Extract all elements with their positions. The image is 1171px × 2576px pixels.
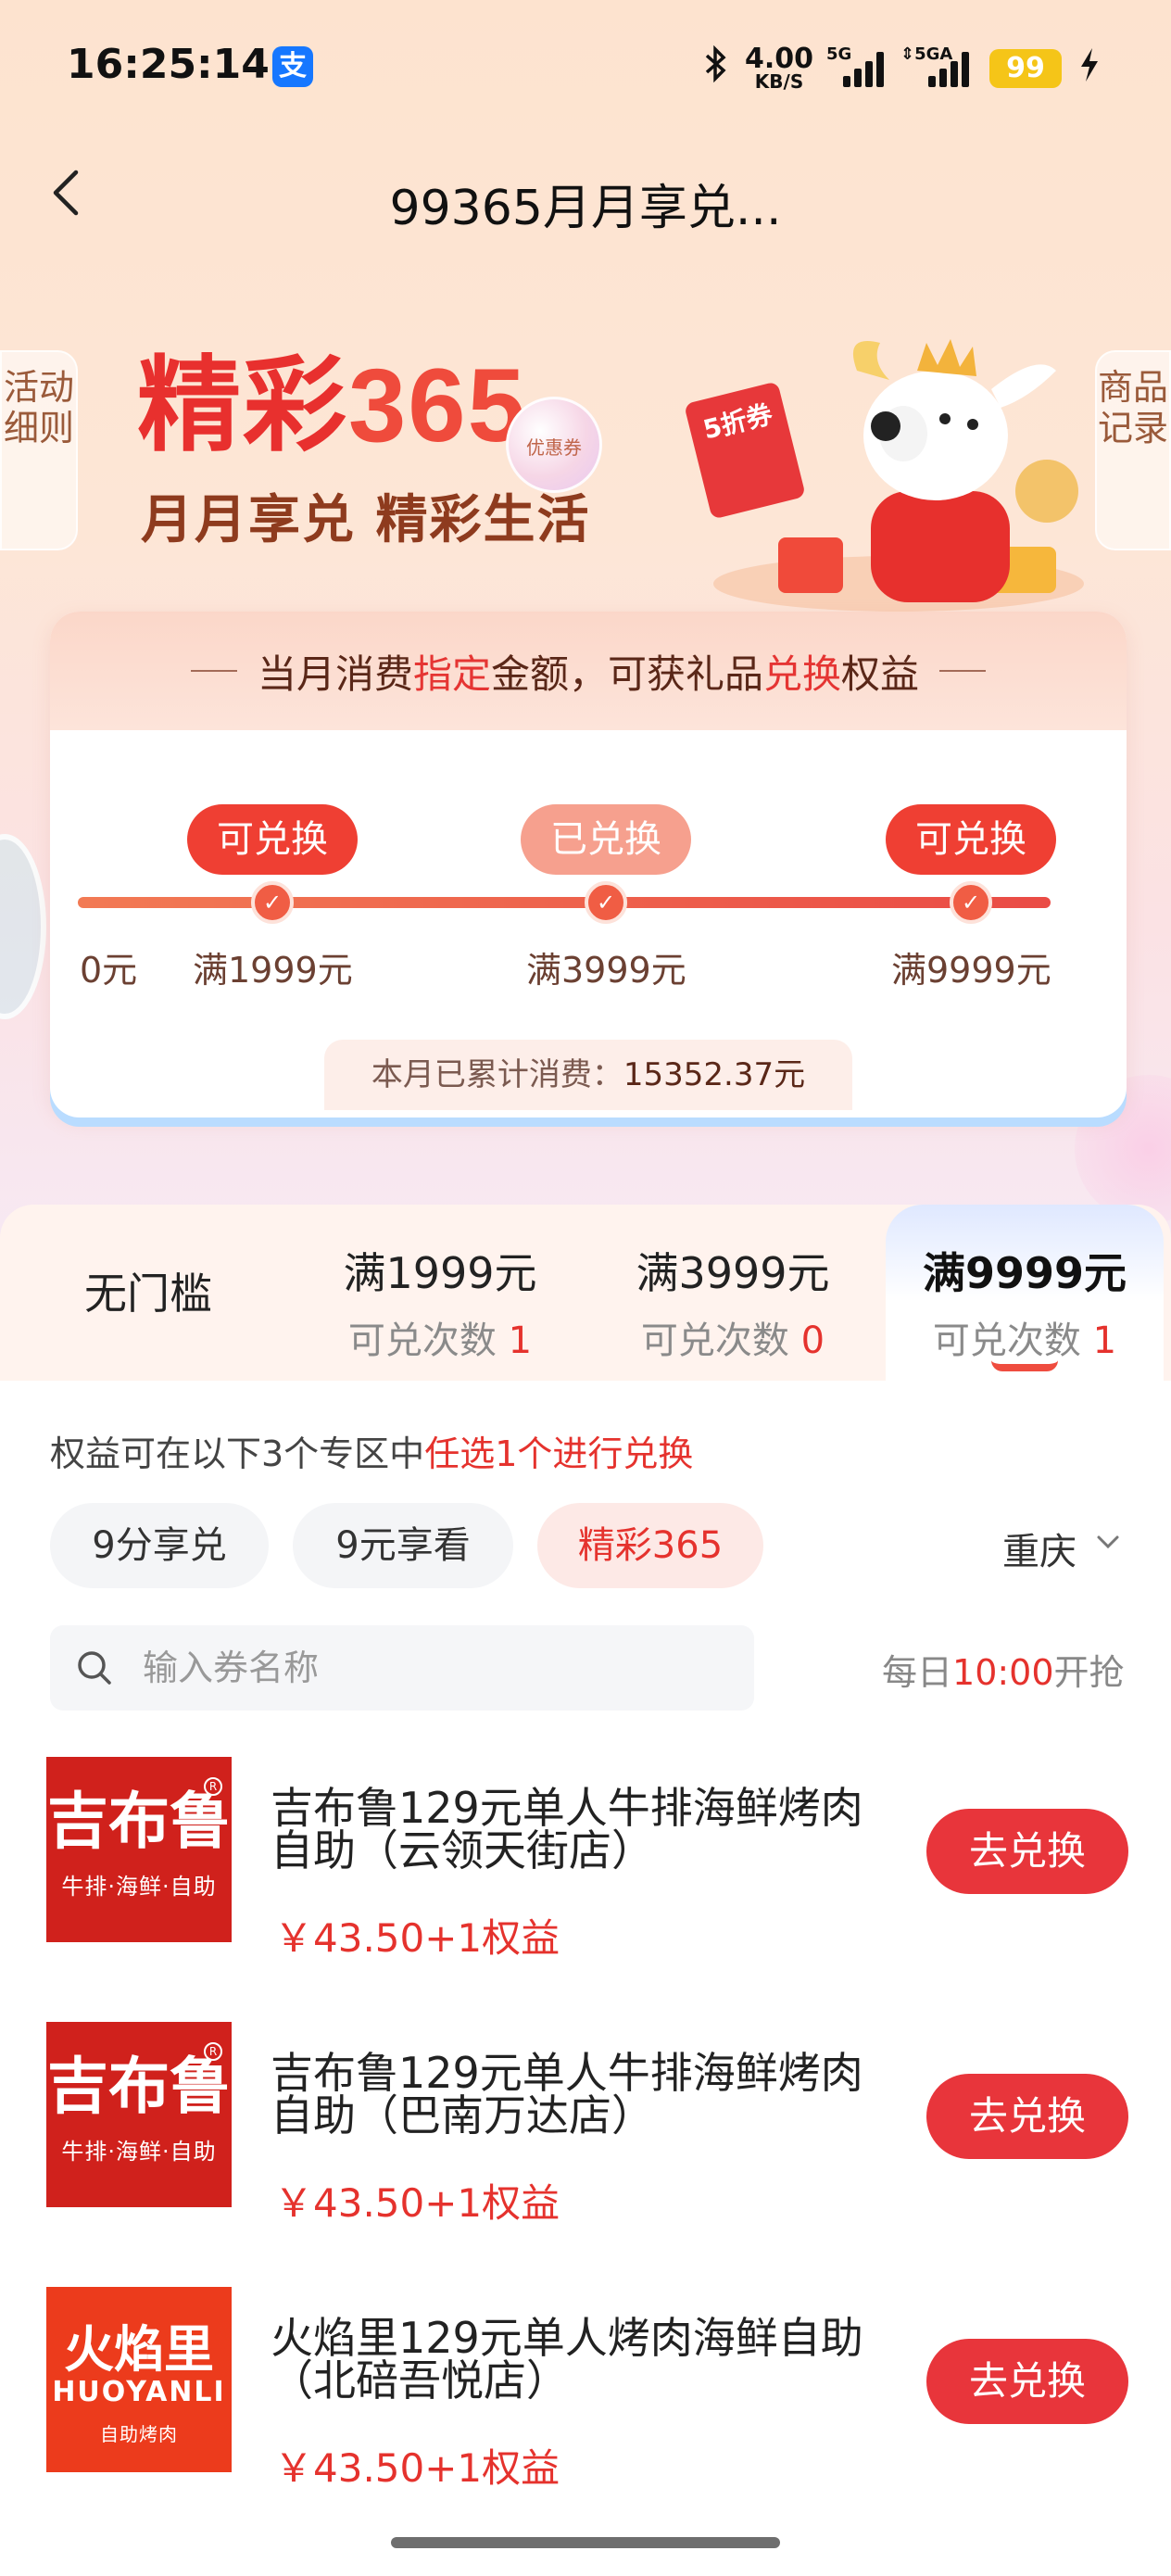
item-price: ￥43.50+1权益 [274, 2445, 560, 2491]
merchant-logo: 火焰里 HUOYANLI 自助烤肉 [46, 2287, 232, 2472]
brand-title: 精彩365 [137, 350, 527, 461]
milestone-1-status[interactable]: 可兑换 [187, 804, 358, 875]
progress-card-header: 当月消费 指定 金额，可获礼品 兑换 权益 [50, 612, 1127, 730]
tier-title: 满9999元 [922, 1248, 1127, 1298]
redeem-button[interactable]: 去兑换 [926, 2074, 1128, 2159]
zone-chip-jingcai365[interactable]: 精彩365 [537, 1503, 763, 1588]
milestone-3-label: 满9999元 [891, 950, 1051, 991]
status-time: 16:25:14 [67, 41, 270, 88]
search-box[interactable] [50, 1625, 754, 1711]
check-icon: ✓ [950, 881, 992, 924]
charging-icon [1078, 46, 1101, 92]
item-price: ￥43.50+1权益 [274, 2180, 560, 2226]
city-selector[interactable]: 重庆 [1002, 1522, 1077, 1575]
active-tab-indicator [991, 1360, 1058, 1371]
tier-title: 满1999元 [343, 1248, 537, 1298]
zone-hint: 权益可在以下3个专区中任选1个进行兑换 [50, 1433, 694, 1474]
tier-count: 可兑次数 1 [347, 1320, 533, 1362]
milestone-3-status[interactable]: 可兑换 [886, 804, 1056, 875]
item-title: 火焰里129元单人烤肉海鲜自助（北碚吾悦店） [271, 2313, 863, 2406]
item-title: 吉布鲁129元单人牛排海鲜烤肉自助（巴南万达店） [271, 2048, 863, 2140]
tier-count: 可兑次数 0 [640, 1320, 825, 1362]
tab-9999[interactable]: 满9999元 可兑次数 1 [886, 1205, 1164, 1381]
alipay-icon: 支 [272, 46, 313, 87]
page-title: 99365月月享兑... [389, 181, 782, 236]
item-title: 吉布鲁129元单人牛排海鲜烤肉自助（云领天街店） [271, 1783, 863, 1875]
network-speed: 4.00 KB/S [745, 43, 814, 93]
check-icon: ✓ [585, 881, 627, 924]
zone-chip-9fen[interactable]: 9分享兑 [50, 1503, 269, 1588]
merchant-logo: 吉布鲁 牛排·海鲜·自助 R [46, 2022, 232, 2207]
records-tab[interactable]: 商品记录 [1095, 350, 1171, 550]
header-text-2: 指定 [412, 650, 491, 697]
daily-start-time: 每日10:00开抢 [882, 1652, 1125, 1693]
header-text-3: 金额，可获礼品 [490, 650, 763, 697]
header-text-5: 权益 [841, 650, 920, 697]
content-area: 权益可在以下3个专区中任选1个进行兑换 9分享兑 9元享看 精彩365 重庆 每… [0, 1381, 1171, 2576]
progress-card: 当月消费 指定 金额，可获礼品 兑换 权益 可兑换 已兑换 可兑换 ✓ ✓ ✓ 0元 满… [50, 612, 1127, 1118]
signal-icon: 5G [826, 44, 888, 87]
tab-1999[interactable]: 满1999元 可兑次数 1 [306, 1205, 574, 1381]
redeem-button[interactable]: 去兑换 [926, 1809, 1128, 1894]
redeem-button[interactable]: 去兑换 [926, 2339, 1128, 2424]
merchant-logo: 吉布鲁 牛排·海鲜·自助 R [46, 1757, 232, 1942]
zone-chip-9yuan[interactable]: 9元享看 [293, 1503, 513, 1588]
home-indicator[interactable] [391, 2537, 780, 2548]
page: 16:25:14 支 4.00 KB/S 5G ⇕5GA 99 99365月月享… [0, 0, 1171, 2576]
brand-number: 365 [348, 347, 527, 463]
list-item[interactable]: 火焰里 HUOYANLI 自助烤肉 火焰里129元单人烤肉海鲜自助（北碚吾悦店）… [0, 2287, 1171, 2552]
progress-bar [78, 897, 1051, 908]
search-input[interactable] [143, 1625, 736, 1711]
battery-icon: 99 [989, 49, 1063, 88]
milestone-2-label: 满3999元 [526, 950, 686, 991]
search-icon [74, 1648, 115, 1688]
tab-no-threshold[interactable]: 无门槛 [19, 1205, 278, 1381]
status-icons: 4.00 KB/S 5G ⇕5GA 99 [704, 43, 1101, 95]
list-item[interactable]: 吉布鲁 牛排·海鲜·自助 R 吉布鲁129元单人牛排海鲜烤肉自助（云领天街店） … [0, 1757, 1171, 2022]
progress-track-area: 可兑换 已兑换 可兑换 ✓ ✓ ✓ 0元 满1999元 满3999元 满9999… [50, 730, 1127, 1118]
tier-title: 满3999元 [636, 1248, 830, 1298]
item-price: ￥43.50+1权益 [274, 1915, 560, 1961]
spend-value: 15352.37元 [623, 1056, 806, 1093]
brand-subtitle: 月月享兑 精彩生活 [141, 490, 591, 550]
tier-count: 可兑次数 1 [932, 1320, 1117, 1362]
milestone-start-label: 0元 [80, 950, 138, 991]
tier-title: 无门槛 [84, 1269, 212, 1319]
list-item[interactable]: 吉布鲁 牛排·海鲜·自助 R 吉布鲁129元单人牛排海鲜烤肉自助（巴南万达店） … [0, 2022, 1171, 2287]
rules-tab[interactable]: 活动细则 [0, 350, 78, 550]
chevron-down-icon[interactable] [1093, 1527, 1123, 1557]
tab-3999[interactable]: 满3999元 可兑次数 0 [598, 1205, 867, 1381]
milestone-1-label: 满1999元 [193, 950, 353, 991]
milestone-2-status: 已兑换 [521, 804, 691, 875]
header-text-1: 当月消费 [257, 650, 413, 697]
spend-label: 本月已累计消费： [371, 1056, 623, 1093]
status-bar: 16:25:14 支 4.00 KB/S 5G ⇕5GA 99 [0, 0, 1171, 139]
brand-prefix: 精彩 [137, 345, 348, 466]
check-icon: ✓ [251, 881, 294, 924]
monthly-spend: 本月已累计消费：15352.37元 [324, 1040, 852, 1110]
signal-icon: ⇕5GA [900, 44, 973, 87]
back-arrow-icon[interactable] [48, 165, 85, 221]
bluetooth-icon [704, 44, 728, 92]
header-text-4: 兑换 [763, 650, 842, 697]
tier-tabs: 无门槛 满1999元 可兑次数 1 满3999元 可兑次数 0 满9999元 可… [0, 1205, 1171, 1381]
